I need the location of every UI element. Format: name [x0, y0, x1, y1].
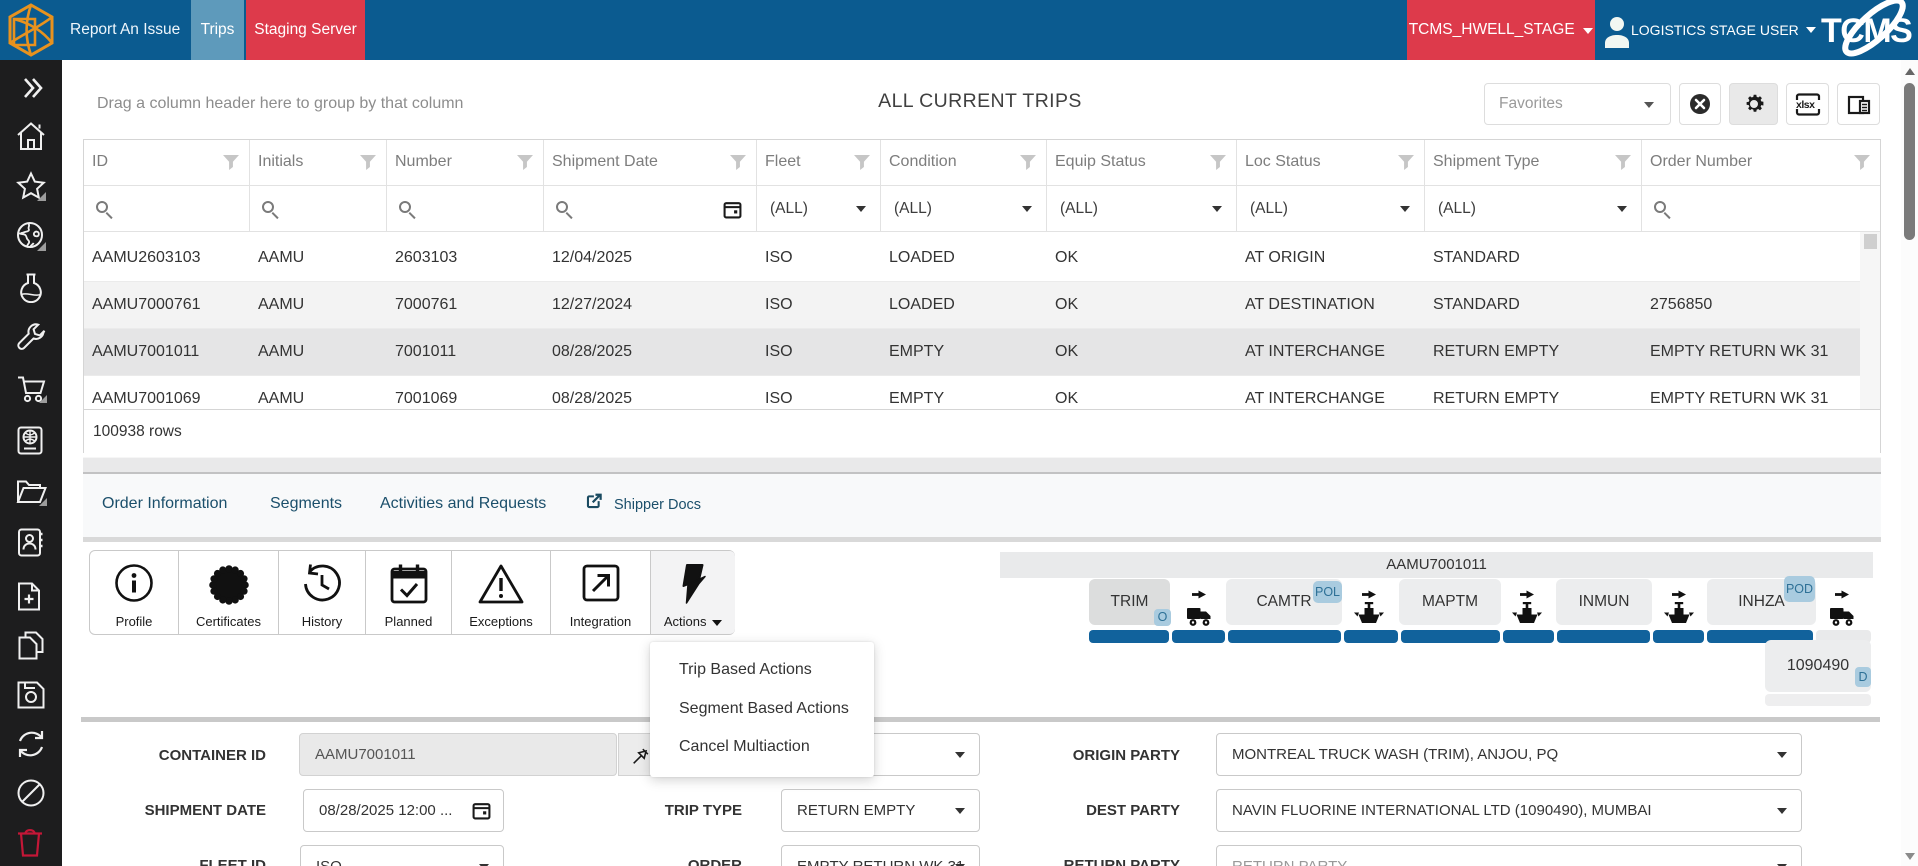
svg-text:xlsx: xlsx — [1796, 99, 1815, 111]
